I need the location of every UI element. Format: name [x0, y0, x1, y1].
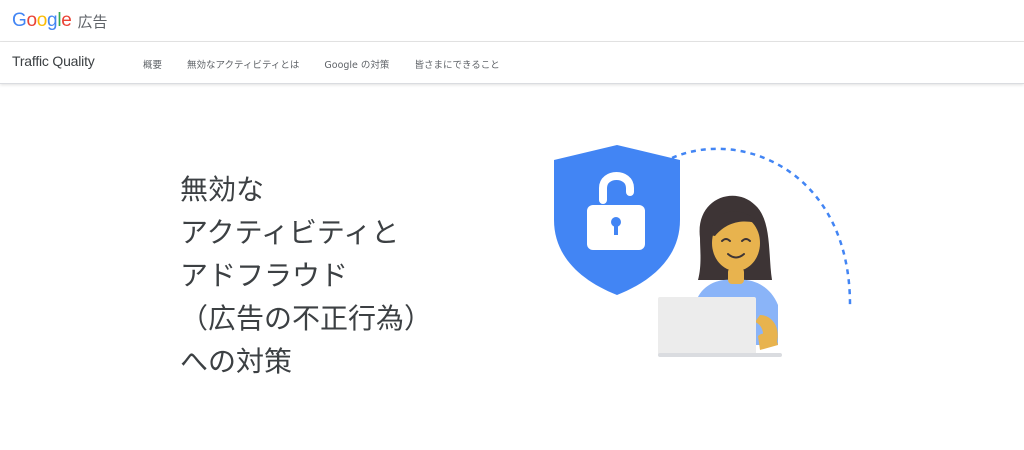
wordmark-letter: o	[26, 10, 37, 31]
product-name: 広告	[77, 12, 108, 31]
hero-line: アドフラウド	[180, 259, 349, 292]
google-ads-logo[interactable]: Google 広告	[12, 9, 108, 33]
hero-line: への対策	[180, 345, 293, 378]
hero-line: アクティビティと	[180, 216, 400, 249]
hero-heading: 無効な アクティビティと アドフラウド （広告の不正行為） への対策	[180, 168, 432, 383]
laptop-base	[658, 353, 782, 357]
section-title[interactable]: Traffic Quality	[12, 53, 95, 69]
nav-link-overview[interactable]: 概要	[143, 57, 162, 71]
wordmark-letter: G	[12, 10, 27, 31]
top-header: Google 広告	[0, 0, 1024, 42]
wordmark-letter: g	[47, 10, 58, 31]
laptop	[658, 297, 756, 355]
security-illustration	[554, 145, 852, 357]
wordmark-letter: o	[36, 10, 48, 31]
hero-line: 無効な	[180, 173, 265, 206]
section-nav: Traffic Quality 概要 無効なアクティビティとは Google の…	[0, 42, 1024, 84]
wordmark-letter: e	[61, 10, 72, 31]
nav-link-what-you-can-do[interactable]: 皆さまにできること	[414, 57, 499, 71]
nav-link-google-measures[interactable]: Google の対策	[324, 57, 389, 71]
hero-line: （広告の不正行為）	[180, 302, 433, 335]
google-wordmark: Google	[12, 10, 72, 32]
nav-links: 概要 無効なアクティビティとは Google の対策 皆さまにできること	[143, 57, 525, 71]
keyhole-slot	[614, 224, 618, 235]
nav-link-what-is-invalid-activity[interactable]: 無効なアクティビティとは	[187, 57, 299, 71]
